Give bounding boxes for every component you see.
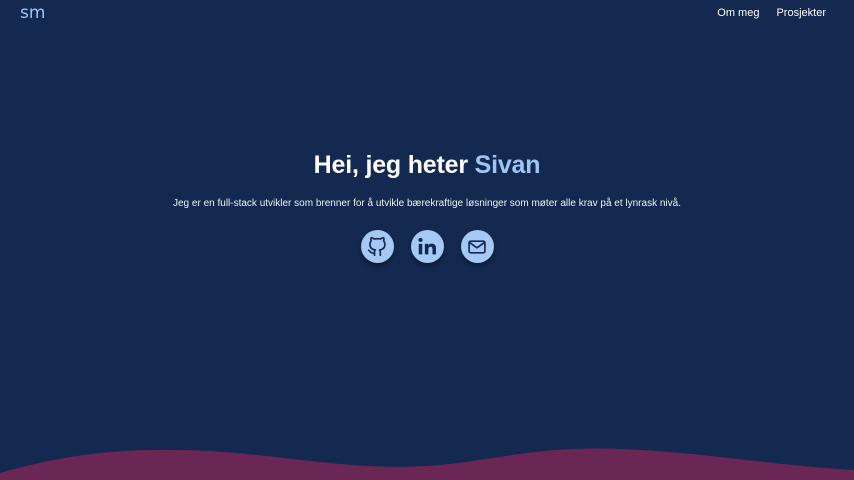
hero-title-name: Sivan [474,151,541,179]
hero-section: Hei, jeg heter Sivan Jeg er en full-stac… [0,149,854,263]
logo-text: sm [20,3,45,23]
hero-description: Jeg er en full-stack utvikler som brenne… [173,198,681,209]
nav-link-prosjekter[interactable]: Prosjekter [776,7,826,20]
mail-icon [468,239,486,254]
github-button[interactable] [360,230,394,263]
github-icon [367,236,386,256]
bottom-wave [0,448,854,480]
hero-title: Hei, jeg heter Sivan [0,149,854,181]
social-links [0,230,854,263]
linkedin-icon [417,237,436,255]
hero-title-prefix: Hei, jeg heter [313,151,475,179]
main-nav: Om meg Prosjekter [717,7,826,20]
linkedin-button[interactable] [410,230,444,263]
nav-link-om-meg[interactable]: Om meg [717,7,759,20]
sm-logo[interactable]: sm [20,3,50,23]
mail-button[interactable] [460,230,494,263]
